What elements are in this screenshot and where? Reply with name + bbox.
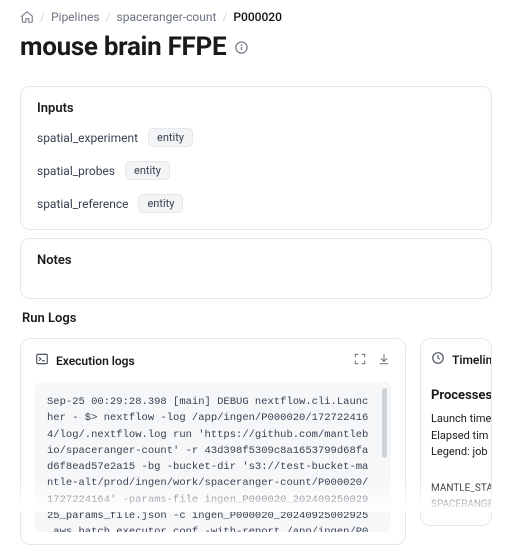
runlogs-section: Run Logs Execution logs <box>20 311 492 545</box>
timeline-title: Timeline V <box>452 353 492 367</box>
inputs-heading: Inputs <box>37 101 475 116</box>
breadcrumb-current: P000020 <box>233 10 282 24</box>
input-label: spatial_experiment <box>37 131 138 145</box>
timeline-panel: Timeline V Processes Launch time Elapsed… <box>420 338 492 526</box>
inputs-card: Inputs spatial_experiment entity spatial… <box>20 86 492 230</box>
page-title: mouse brain FFPE <box>20 32 226 62</box>
input-label: spatial_probes <box>37 164 115 178</box>
execution-logs-title: Execution logs <box>56 354 135 368</box>
type-badge: entity <box>148 128 193 147</box>
input-row: spatial_experiment entity <box>37 128 475 147</box>
terminal-icon <box>35 352 49 369</box>
breadcrumb: / Pipelines / spaceranger-count / P00002… <box>0 0 512 24</box>
runlogs-heading: Run Logs <box>22 311 492 326</box>
breadcrumb-sep: / <box>222 10 227 24</box>
notes-card: Notes <box>20 238 492 299</box>
input-row: spatial_probes entity <box>37 161 475 180</box>
breadcrumb-sep: / <box>40 10 45 24</box>
type-badge: entity <box>138 194 183 213</box>
home-icon[interactable] <box>20 10 34 24</box>
title-row: mouse brain FFPE <box>0 24 512 78</box>
breadcrumb-repo[interactable]: spaceranger-count <box>117 10 217 24</box>
breadcrumb-pipelines[interactable]: Pipelines <box>51 10 100 24</box>
download-icon[interactable] <box>377 351 391 370</box>
processes-heading: Processes <box>431 388 481 403</box>
info-icon[interactable] <box>234 40 249 55</box>
expand-icon[interactable] <box>353 351 367 370</box>
notes-heading: Notes <box>37 253 475 268</box>
clock-icon <box>431 351 445 368</box>
input-row: spatial_reference entity <box>37 194 475 213</box>
timeline-meta: Launch time Elapsed tim Legend: job <box>431 411 481 461</box>
breadcrumb-sep: / <box>106 10 111 24</box>
type-badge: entity <box>125 161 170 180</box>
log-output[interactable]: Sep-25 00:29:28.398 [main] DEBUG nextflo… <box>35 382 391 532</box>
timeline-items: MANTLE_STAG SPACERANGE <box>431 481 481 513</box>
input-label: spatial_reference <box>37 197 128 211</box>
scrollbar[interactable] <box>382 388 387 458</box>
execution-logs-panel: Execution logs Sep-25 00:29:28.398 [main… <box>20 338 406 545</box>
